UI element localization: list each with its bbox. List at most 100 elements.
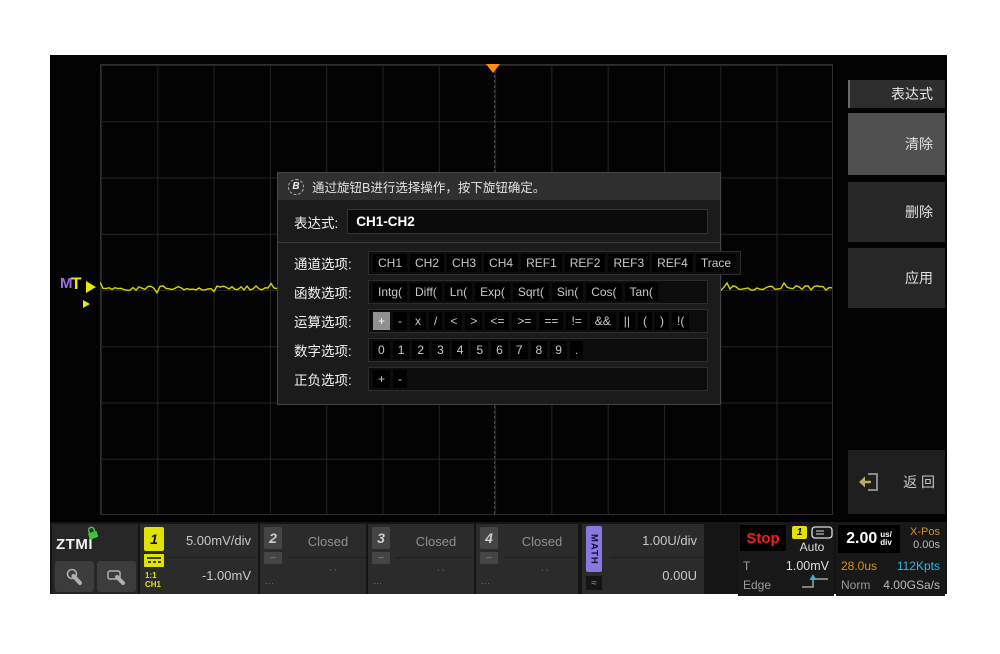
- touch-gesture-button[interactable]: [55, 561, 94, 592]
- option-chip[interactable]: 4: [452, 341, 469, 359]
- option-chip[interactable]: Diff(: [410, 283, 442, 301]
- memory-points: 112Kpts: [897, 559, 940, 573]
- option-chip[interactable]: >=: [512, 312, 536, 330]
- channel3-offset-placeholder: ··: [437, 564, 446, 576]
- channel4-badge[interactable]: 4: [480, 527, 498, 549]
- channel1-block[interactable]: 1 1:1CH1 5.00mV/div -1.00mV: [140, 524, 258, 594]
- option-chip[interactable]: !=: [566, 312, 586, 330]
- ch1-position-arrow-icon[interactable]: [86, 281, 96, 293]
- option-chip[interactable]: x: [410, 312, 426, 330]
- math-badge[interactable]: MATH: [586, 526, 602, 572]
- option-chip[interactable]: .: [570, 341, 583, 359]
- dialog-option-rows: 通道选项:CH1CH2CH3CH4REF1REF2REF3REF4Trace函数…: [278, 251, 720, 391]
- back-button-label: 返 回: [903, 472, 935, 492]
- option-chip[interactable]: -: [393, 370, 407, 388]
- touch-lock-button[interactable]: [97, 561, 136, 592]
- delete-button[interactable]: 删除: [848, 182, 945, 242]
- math-waveform-icon: ≈: [586, 576, 602, 590]
- option-chip[interactable]: Cos(: [586, 283, 621, 301]
- option-row-box: 0123456789.: [368, 338, 708, 362]
- trigger-level-marker[interactable]: T: [71, 274, 81, 294]
- option-chip[interactable]: Tan(: [625, 283, 658, 301]
- math-block[interactable]: MATH ≈ 1.00U/div 0.00U: [582, 524, 704, 594]
- touch-slide-icon: [106, 567, 128, 587]
- trigger-block[interactable]: Stop 1 Auto T 1.00mV Edge: [738, 522, 834, 596]
- channel2-badge[interactable]: 2: [264, 527, 282, 549]
- timebase-unit: us/div: [880, 531, 892, 547]
- option-chip[interactable]: 0: [373, 341, 390, 359]
- option-chip[interactable]: ): [655, 312, 669, 330]
- option-chip[interactable]: Trace: [696, 254, 736, 272]
- option-chip[interactable]: Exp(: [475, 283, 510, 301]
- option-chip[interactable]: !(: [672, 312, 689, 330]
- option-chip[interactable]: >: [465, 312, 482, 330]
- channel3-badge[interactable]: 3: [372, 527, 390, 549]
- option-row-label: 数字选项:: [294, 340, 368, 360]
- time-window: 28.0us: [841, 559, 877, 573]
- option-row-box: +-x/<><=>===!=&&||()!(: [368, 309, 708, 333]
- channel4-block[interactable]: 4–Closed··-··: [476, 524, 578, 594]
- option-chip[interactable]: REF2: [565, 254, 606, 272]
- option-chip[interactable]: 3: [432, 341, 449, 359]
- trigger-mode: Auto: [790, 540, 834, 554]
- divider: [396, 557, 474, 558]
- option-chip[interactable]: Sqrt(: [513, 283, 549, 301]
- channel2-offset-placeholder: ··: [329, 564, 338, 576]
- option-chip[interactable]: Sin(: [552, 283, 583, 301]
- channel1-offset: -1.00mV: [202, 568, 251, 583]
- knob-b-icon: B: [288, 179, 304, 195]
- status-bar: ZTMI 1: [50, 520, 947, 594]
- option-chip[interactable]: ==: [539, 312, 563, 330]
- expression-editor-dialog: B 通过旋钮B进行选择操作，按下旋钮确定。 表达式: CH1-CH2 通道选项:…: [277, 172, 721, 405]
- option-chip[interactable]: REF1: [521, 254, 562, 272]
- channel4-status: Closed: [506, 534, 578, 549]
- option-chip[interactable]: CH1: [373, 254, 407, 272]
- option-chip[interactable]: -: [393, 312, 407, 330]
- trigger-level-value: 1.00mV: [786, 559, 829, 573]
- apply-button[interactable]: 应用: [848, 248, 945, 308]
- option-chip[interactable]: /: [429, 312, 442, 330]
- channel1-badge[interactable]: 1: [144, 527, 164, 551]
- trigger-source-badge: 1: [792, 526, 807, 539]
- option-chip[interactable]: CH4: [484, 254, 518, 272]
- option-chip[interactable]: REF3: [608, 254, 649, 272]
- divider: [610, 557, 704, 558]
- option-chip[interactable]: 2: [412, 341, 429, 359]
- option-chip[interactable]: 8: [531, 341, 548, 359]
- clear-button-label: 清除: [905, 134, 933, 154]
- sample-rate: 4.00GSa/s: [883, 578, 940, 592]
- option-chip[interactable]: 5: [471, 341, 488, 359]
- option-chip[interactable]: (: [638, 312, 652, 330]
- channel3-block[interactable]: 3–Closed··-··: [368, 524, 474, 594]
- option-chip[interactable]: 1: [393, 341, 410, 359]
- option-chip[interactable]: 7: [511, 341, 528, 359]
- divider: [168, 557, 258, 558]
- dialog-header: B 通过旋钮B进行选择操作，按下旋钮确定。: [278, 173, 720, 200]
- divider: [288, 557, 366, 558]
- trigger-position-marker[interactable]: [486, 64, 500, 73]
- back-button[interactable]: 返 回: [848, 450, 945, 514]
- option-chip[interactable]: &&: [590, 312, 616, 330]
- channel2-block[interactable]: 2–Closed··-··: [260, 524, 366, 594]
- channel3-probe-placeholder: -··: [373, 578, 382, 588]
- option-row-box: CH1CH2CH3CH4REF1REF2REF3REF4Trace: [368, 251, 741, 275]
- option-chip[interactable]: 9: [550, 341, 567, 359]
- option-chip[interactable]: CH3: [447, 254, 481, 272]
- option-chip[interactable]: Ln(: [445, 283, 472, 301]
- timebase-block[interactable]: 2.00 us/div X-Pos 0.00s 28.0us 112Kpts N…: [836, 522, 945, 596]
- clear-button[interactable]: 清除: [848, 113, 945, 175]
- option-chip[interactable]: ||: [619, 312, 635, 330]
- option-chip[interactable]: +: [373, 312, 390, 330]
- option-chip[interactable]: CH2: [410, 254, 444, 272]
- knob-b-arrow-icon[interactable]: [83, 300, 90, 308]
- option-chip[interactable]: +: [373, 370, 390, 388]
- option-chip[interactable]: Intg(: [373, 283, 407, 301]
- option-chip[interactable]: 6: [491, 341, 508, 359]
- channel2-probe-placeholder: -··: [265, 578, 274, 588]
- option-chip[interactable]: <=: [485, 312, 509, 330]
- option-chip[interactable]: REF4: [652, 254, 693, 272]
- dialog-header-text: 通过旋钮B进行选择操作，按下旋钮确定。: [312, 177, 545, 196]
- option-chip[interactable]: <: [445, 312, 462, 330]
- display-icon: [811, 526, 833, 539]
- expression-input[interactable]: CH1-CH2: [347, 209, 708, 234]
